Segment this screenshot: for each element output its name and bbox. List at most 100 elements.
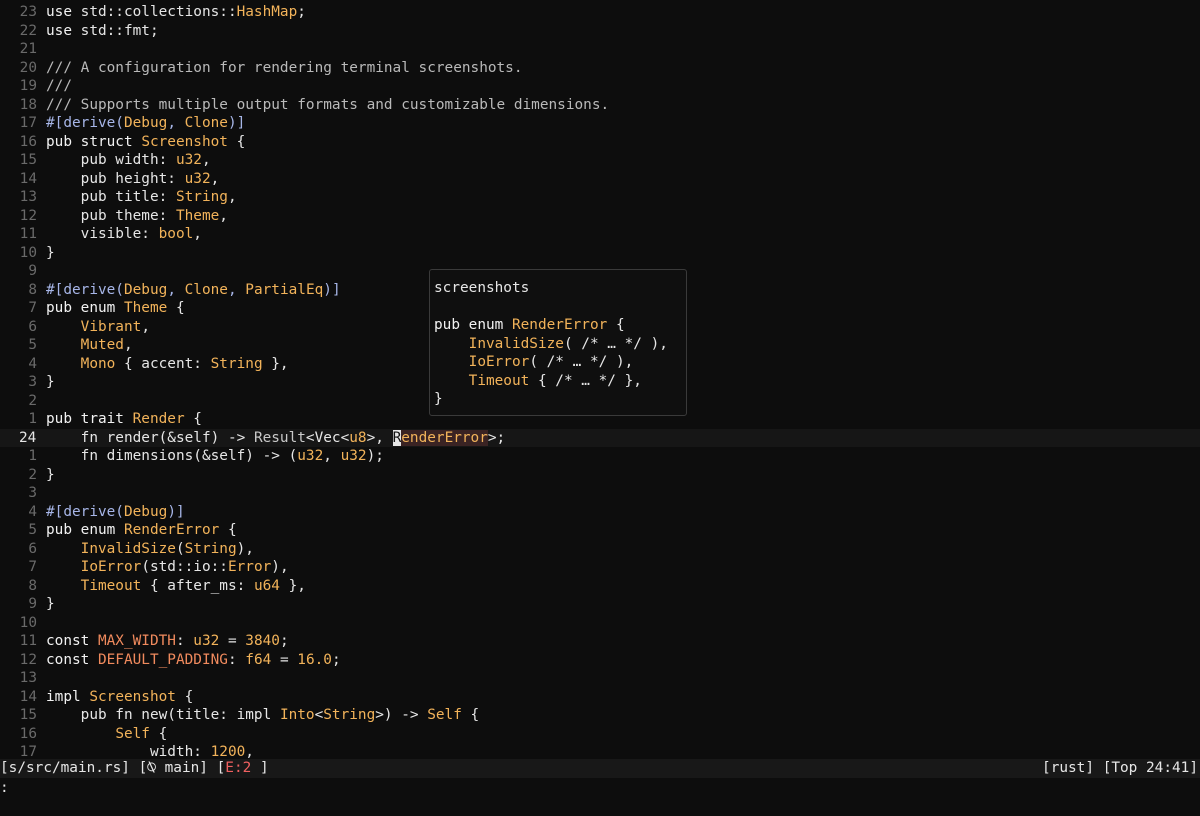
code-line[interactable]: 14 impl Screenshot {: [0, 688, 1200, 707]
file-path: [s/src/main.rs]: [0, 760, 130, 776]
code-token: ,: [193, 226, 202, 242]
code-line[interactable]: 8 Timeout { after_ms: u64 },: [0, 577, 1200, 596]
code-token: u32: [340, 448, 367, 464]
code-token: }: [46, 596, 55, 612]
popup-token: ( /* … */ ),: [563, 335, 668, 352]
code-text: ///: [46, 78, 72, 94]
code-token: {: [227, 133, 246, 150]
popup-line: InvalidSize( /* … */ ),: [434, 335, 686, 354]
code-token: :: [175, 633, 194, 649]
code-token: pub enum: [46, 300, 124, 316]
code-token: },: [262, 355, 289, 372]
popup-line: [434, 298, 686, 317]
code-token: Muted: [80, 337, 124, 353]
line-number: 14: [19, 170, 37, 187]
code-token: f64: [245, 651, 272, 668]
code-text: }: [46, 467, 55, 483]
line-number: 7: [28, 559, 37, 575]
code-line[interactable]: 17 #[derive(Debug, Clone)]: [0, 114, 1200, 133]
code-line[interactable]: 17 width: 1200,: [0, 743, 1200, 758]
code-line[interactable]: 15 pub width: u32,: [0, 151, 1200, 170]
code-line[interactable]: 7 IoError(std::io::Error),: [0, 558, 1200, 577]
code-token: String: [175, 189, 228, 205]
code-line[interactable]: 14 pub height: u32,: [0, 170, 1200, 189]
code-token: Clone: [184, 281, 228, 298]
line-number: 12: [19, 207, 37, 224]
line-number: 17: [19, 744, 37, 758]
code-line[interactable]: 20 /// A configuration for rendering term…: [0, 59, 1200, 78]
code-line[interactable]: 1 fn dimensions(&self) -> (u32, u32);: [0, 447, 1200, 466]
line-number: 11: [19, 633, 37, 649]
code-text: Mono { accent: String },: [46, 356, 289, 372]
code-token: Theme: [123, 300, 168, 316]
code-line[interactable]: 10}: [0, 244, 1200, 263]
code-line[interactable]: 11 visible: bool,: [0, 225, 1200, 244]
code-token: std::collections::: [80, 4, 237, 20]
code-line[interactable]: 15 pub fn new(title: impl Into<String>) …: [0, 706, 1200, 725]
code-token: PartialEq: [245, 281, 324, 298]
code-line[interactable]: 2}: [0, 466, 1200, 485]
code-token: Debug: [123, 503, 168, 520]
code-line[interactable]: 3: [0, 484, 1200, 503]
code-line[interactable]: 4 #[derive(Debug)]: [0, 503, 1200, 522]
popup-token: screenshots: [434, 280, 530, 296]
code-token: fn render(&self) ->: [46, 429, 254, 446]
code-line-current[interactable]: 24 fn render(&self) -> Result<Vec<u8>, R…: [0, 428, 1200, 447]
line-number: 1: [28, 448, 37, 464]
code-line[interactable]: 12 const DEFAULT_PADDING: f64 = 16.0;: [0, 651, 1200, 670]
line-number: 24: [19, 429, 37, 446]
popup-line: Timeout { /* … */ },: [434, 372, 686, 391]
file-type: [rust]: [1042, 760, 1095, 776]
code-text: pub width: u32,: [46, 152, 211, 168]
line-number: 11: [19, 226, 37, 242]
code-line[interactable]: 16 Self {: [0, 725, 1200, 744]
line-number: 16: [19, 725, 37, 742]
code-line[interactable]: 22 use std::fmt;: [0, 22, 1200, 41]
code-line[interactable]: 6 InvalidSize(String),: [0, 540, 1200, 559]
code-line[interactable]: 18 /// Supports multiple output formats a…: [0, 96, 1200, 115]
code-token: DEFAULT_PADDING: [97, 651, 228, 668]
code-line[interactable]: 21: [0, 40, 1200, 59]
code-line[interactable]: 12 pub theme: Theme,: [0, 207, 1200, 226]
command-line[interactable]: :: [0, 779, 1200, 798]
code-line[interactable]: 5 pub enum RenderError {: [0, 521, 1200, 540]
popup-token: [434, 336, 469, 352]
code-token: )]: [227, 115, 246, 131]
code-line[interactable]: 19 ///: [0, 77, 1200, 96]
code-token: MAX_WIDTH: [97, 633, 176, 649]
code-token: 1200: [210, 744, 246, 758]
code-text: pub theme: Theme,: [46, 208, 228, 224]
code-token: ,: [167, 281, 185, 298]
code-line[interactable]: 23 use std::collections::HashMap;: [0, 3, 1200, 22]
popup-token: InvalidSize: [468, 335, 564, 352]
code-token: >,: [366, 429, 393, 446]
status-right: [rust] [Top 24:41]: [1042, 759, 1198, 778]
code-token: ,: [201, 152, 211, 168]
line-number: 22: [19, 22, 37, 39]
code-token: Mono: [80, 355, 116, 372]
popup-token: }: [434, 391, 443, 407]
line-number: 2: [28, 466, 37, 483]
code-line[interactable]: 13: [0, 669, 1200, 688]
code-token: Timeout: [80, 577, 142, 594]
line-number: 9: [28, 596, 37, 612]
code-token: bool: [158, 226, 194, 242]
code-token: pub title:: [46, 189, 176, 205]
code-line[interactable]: 16 pub struct Screenshot {: [0, 133, 1200, 152]
code-text: Vibrant,: [46, 319, 150, 335]
code-line[interactable]: 13 pub title: String,: [0, 188, 1200, 207]
code-token: const: [46, 633, 98, 649]
code-token: ,: [123, 337, 133, 353]
line-number: 15: [19, 707, 37, 723]
code-text: IoError(std::io::Error),: [46, 559, 289, 575]
line-number: 13: [19, 670, 37, 686]
code-line[interactable]: 10: [0, 614, 1200, 633]
code-line[interactable]: 9}: [0, 595, 1200, 614]
code-text: use std::collections::HashMap;: [46, 4, 306, 20]
code-line[interactable]: 11 const MAX_WIDTH: u32 = 3840;: [0, 632, 1200, 651]
line-number: 21: [19, 41, 37, 57]
diagnostics-close: ]: [251, 760, 269, 776]
